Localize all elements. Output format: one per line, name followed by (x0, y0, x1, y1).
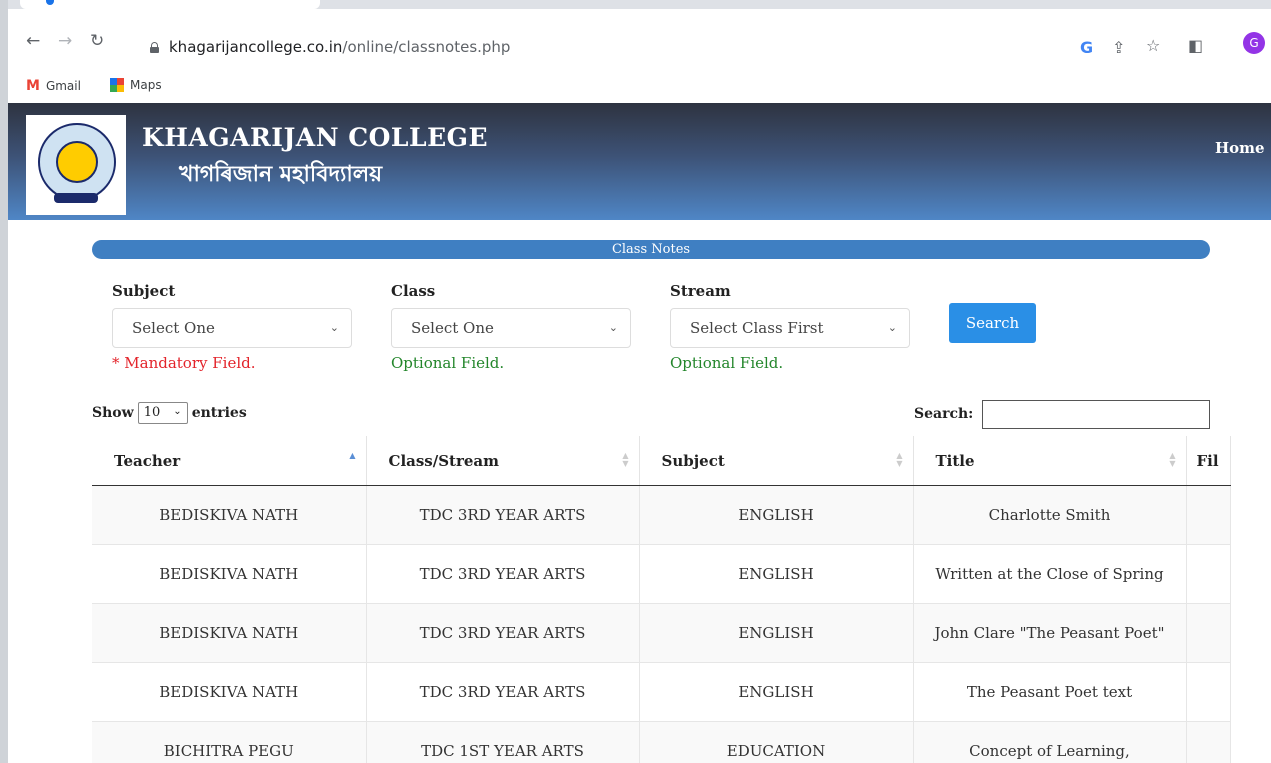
cell-file (1186, 544, 1231, 604)
profile-avatar[interactable]: G (1243, 32, 1265, 54)
cell-title: The Peasant Poet text (913, 662, 1187, 722)
cell-teacher: BEDISKIVA NATH (92, 603, 367, 663)
cell-class-stream: TDC 1ST YEAR ARTS (366, 721, 640, 763)
cell-class-stream: TDC 3RD YEAR ARTS (366, 603, 640, 663)
table-viewport: Teacher ▲ Class/Stream ▲ ▼ Subject ▲ ▼ Title ▲… (0, 0, 1231, 763)
cell-teacher: BEDISKIVA NATH (92, 485, 367, 545)
cell-title: Written at the Close of Spring (913, 544, 1187, 604)
column-header-subject[interactable]: Subject ▲ ▼ (639, 436, 914, 486)
table-header-row: Teacher ▲ Class/Stream ▲ ▼ Subject ▲ ▼ Title ▲… (92, 436, 1231, 486)
cell-title: John Clare "The Peasant Poet" (913, 603, 1187, 663)
cell-file (1186, 485, 1231, 545)
table-row: BEDISKIVA NATH TDC 3RD YEAR ARTS ENGLISH… (92, 603, 1231, 663)
sort-icon: ▲ ▼ (1169, 451, 1176, 468)
column-header-file[interactable]: Fil (1186, 436, 1231, 486)
cell-title: Charlotte Smith (913, 485, 1187, 545)
cell-teacher: BEDISKIVA NATH (92, 662, 367, 722)
cell-class-stream: TDC 3RD YEAR ARTS (366, 485, 640, 545)
table-row: BICHITRA PEGU TDC 1ST YEAR ARTS EDUCATIO… (92, 721, 1231, 763)
cell-file (1186, 721, 1231, 763)
cell-teacher: BICHITRA PEGU (92, 721, 367, 763)
class-notes-table: Teacher ▲ Class/Stream ▲ ▼ Subject ▲ ▼ Title ▲… (92, 436, 1231, 763)
sort-icon: ▲ ▼ (896, 451, 903, 468)
cell-file (1186, 662, 1231, 722)
cell-class-stream: TDC 3RD YEAR ARTS (366, 544, 640, 604)
sort-asc-icon: ▲ (349, 451, 356, 460)
cell-subject: ENGLISH (639, 485, 914, 545)
column-header-class-stream[interactable]: Class/Stream ▲ ▼ (366, 436, 640, 486)
column-header-title[interactable]: Title ▲ ▼ (913, 436, 1187, 486)
column-header-teacher[interactable]: Teacher ▲ (92, 436, 367, 486)
cell-subject: ENGLISH (639, 544, 914, 604)
cell-subject: ENGLISH (639, 662, 914, 722)
cell-file (1186, 603, 1231, 663)
table-row: BEDISKIVA NATH TDC 3RD YEAR ARTS ENGLISH… (92, 485, 1231, 545)
table-row: BEDISKIVA NATH TDC 3RD YEAR ARTS ENGLISH… (92, 544, 1231, 604)
cell-title: Concept of Learning, (913, 721, 1187, 763)
cell-teacher: BEDISKIVA NATH (92, 544, 367, 604)
cell-subject: EDUCATION (639, 721, 914, 763)
cell-class-stream: TDC 3RD YEAR ARTS (366, 662, 640, 722)
sort-icon: ▲ ▼ (622, 451, 629, 468)
cell-subject: ENGLISH (639, 603, 914, 663)
table-row: BEDISKIVA NATH TDC 3RD YEAR ARTS ENGLISH… (92, 662, 1231, 722)
